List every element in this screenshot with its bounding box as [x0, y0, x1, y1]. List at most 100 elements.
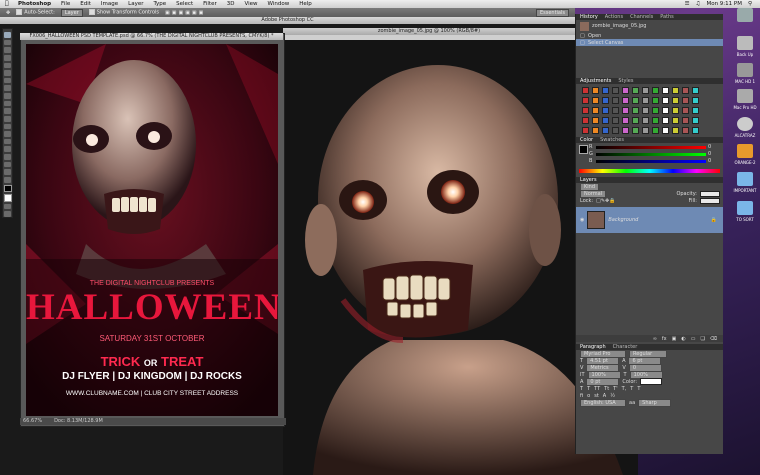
history-snapshot[interactable]: zombie_image_05.jpg — [576, 20, 723, 32]
menu-type[interactable]: Type — [149, 1, 172, 7]
menu-3d[interactable]: 3D — [222, 1, 240, 7]
style-swatch[interactable] — [582, 87, 589, 94]
style-swatch[interactable] — [592, 107, 599, 114]
style-swatch[interactable] — [692, 117, 699, 124]
type-tool[interactable] — [4, 146, 11, 152]
style-swatch[interactable] — [692, 87, 699, 94]
path-select-tool[interactable] — [4, 154, 11, 160]
style-swatch[interactable] — [682, 97, 689, 104]
style-swatch[interactable] — [682, 87, 689, 94]
folder-icon[interactable]: ▭ — [691, 336, 696, 342]
baseline-field[interactable]: 0 pt — [586, 377, 620, 386]
style-swatch[interactable] — [652, 117, 659, 124]
style-swatch[interactable] — [652, 107, 659, 114]
style-swatch[interactable] — [582, 97, 589, 104]
faux-italic-button[interactable]: T — [587, 386, 590, 392]
menu-view[interactable]: View — [239, 1, 262, 7]
style-swatch[interactable] — [662, 117, 669, 124]
new-layer-icon[interactable]: ❏ — [700, 336, 704, 342]
style-swatch[interactable] — [602, 117, 609, 124]
healing-tool[interactable] — [4, 77, 11, 84]
mask-icon[interactable]: ▣ — [672, 336, 677, 342]
language-dropdown[interactable]: English: USA — [580, 398, 626, 407]
layer-row-background[interactable]: ◉ Background 🔒 — [576, 207, 723, 233]
quick-mask-button[interactable] — [4, 203, 11, 210]
menu-window[interactable]: Window — [263, 1, 295, 7]
style-swatch[interactable] — [632, 87, 639, 94]
lock-icons[interactable]: □✎✥🔒 — [596, 198, 615, 204]
eyedropper-tool[interactable] — [4, 70, 11, 76]
green-slider[interactable] — [596, 153, 706, 156]
zoom-level[interactable]: 66.67% — [23, 418, 42, 425]
menu-file[interactable]: File — [56, 1, 75, 7]
dodge-tool[interactable] — [4, 131, 11, 137]
style-swatch[interactable] — [692, 97, 699, 104]
style-swatch[interactable] — [622, 127, 629, 134]
superscript-button[interactable]: T' — [613, 386, 617, 392]
tab-channels[interactable]: Channels — [630, 14, 653, 20]
drive-icon[interactable] — [737, 63, 753, 77]
style-swatch[interactable] — [632, 127, 639, 134]
history-brush-tool[interactable] — [4, 100, 11, 107]
style-swatch[interactable] — [622, 117, 629, 124]
all-caps-button[interactable]: TT — [594, 386, 600, 392]
menu-layer[interactable]: Layer — [123, 1, 148, 7]
style-swatch[interactable] — [662, 87, 669, 94]
style-swatch[interactable] — [612, 127, 619, 134]
red-value[interactable]: 0 — [708, 144, 711, 150]
tab-adjustments[interactable]: Adjustments — [580, 78, 611, 84]
green-value[interactable]: 0 — [708, 151, 711, 157]
style-swatch[interactable] — [592, 117, 599, 124]
style-swatch[interactable] — [682, 107, 689, 114]
menu-edit[interactable]: Edit — [75, 1, 96, 7]
style-swatch[interactable] — [602, 107, 609, 114]
red-slider[interactable] — [596, 146, 706, 149]
small-caps-button[interactable]: Tt — [604, 386, 609, 392]
move-tool-icon[interactable]: ✥ — [6, 10, 10, 16]
zoom-tool[interactable] — [4, 176, 11, 183]
style-swatch[interactable] — [642, 107, 649, 114]
drive-icon[interactable] — [737, 36, 753, 50]
workspace-switcher[interactable]: Essentials — [535, 8, 569, 17]
volume-icon[interactable]: ♫ — [696, 1, 701, 7]
style-swatch[interactable] — [672, 97, 679, 104]
move-tool[interactable] — [4, 32, 11, 38]
style-swatch[interactable] — [592, 87, 599, 94]
style-swatch[interactable] — [672, 127, 679, 134]
align-icons[interactable]: ▣▣▣▣▣▣ — [165, 10, 205, 16]
crop-tool[interactable] — [4, 62, 11, 69]
wifi-icon[interactable]: ☰ — [685, 1, 690, 7]
visibility-eye-icon[interactable]: ◉ — [580, 217, 584, 223]
blend-mode-dropdown[interactable]: Normal — [580, 189, 607, 198]
folder-icon[interactable] — [737, 172, 753, 186]
menubar-clock[interactable]: Mon 9:11 PM — [706, 1, 742, 7]
style-swatch[interactable] — [602, 87, 609, 94]
drive-icon[interactable] — [737, 89, 753, 103]
foreground-color-swatch[interactable] — [3, 184, 12, 193]
trash-icon[interactable]: ⌫ — [710, 336, 717, 342]
left-document-tab[interactable]: FX006_HALLOWEEN PSD TEMPLATE.psd @ 66.7%… — [20, 33, 283, 40]
tab-styles[interactable]: Styles — [618, 78, 633, 84]
text-color-swatch[interactable] — [640, 378, 663, 385]
style-swatch[interactable] — [582, 127, 589, 134]
style-swatch[interactable] — [672, 117, 679, 124]
style-swatch[interactable] — [632, 107, 639, 114]
style-swatch[interactable] — [672, 87, 679, 94]
style-swatch[interactable] — [622, 97, 629, 104]
style-swatch[interactable] — [582, 107, 589, 114]
fx-icon[interactable]: fx — [662, 336, 667, 342]
style-swatch[interactable] — [602, 97, 609, 104]
style-swatch[interactable] — [622, 87, 629, 94]
show-transform-checkbox[interactable]: Show Transform Controls — [88, 9, 159, 16]
style-swatch[interactable] — [612, 107, 619, 114]
brush-tool[interactable] — [4, 85, 11, 91]
subscript-button[interactable]: T, — [622, 386, 627, 392]
blur-tool[interactable] — [4, 123, 11, 130]
pen-tool[interactable] — [4, 138, 11, 145]
style-swatch[interactable] — [582, 117, 589, 124]
fill-field[interactable] — [700, 197, 720, 204]
tab-actions[interactable]: Actions — [605, 14, 623, 20]
quick-select-tool[interactable] — [4, 54, 11, 61]
drive-icon[interactable] — [737, 144, 753, 158]
style-swatch[interactable] — [632, 97, 639, 104]
